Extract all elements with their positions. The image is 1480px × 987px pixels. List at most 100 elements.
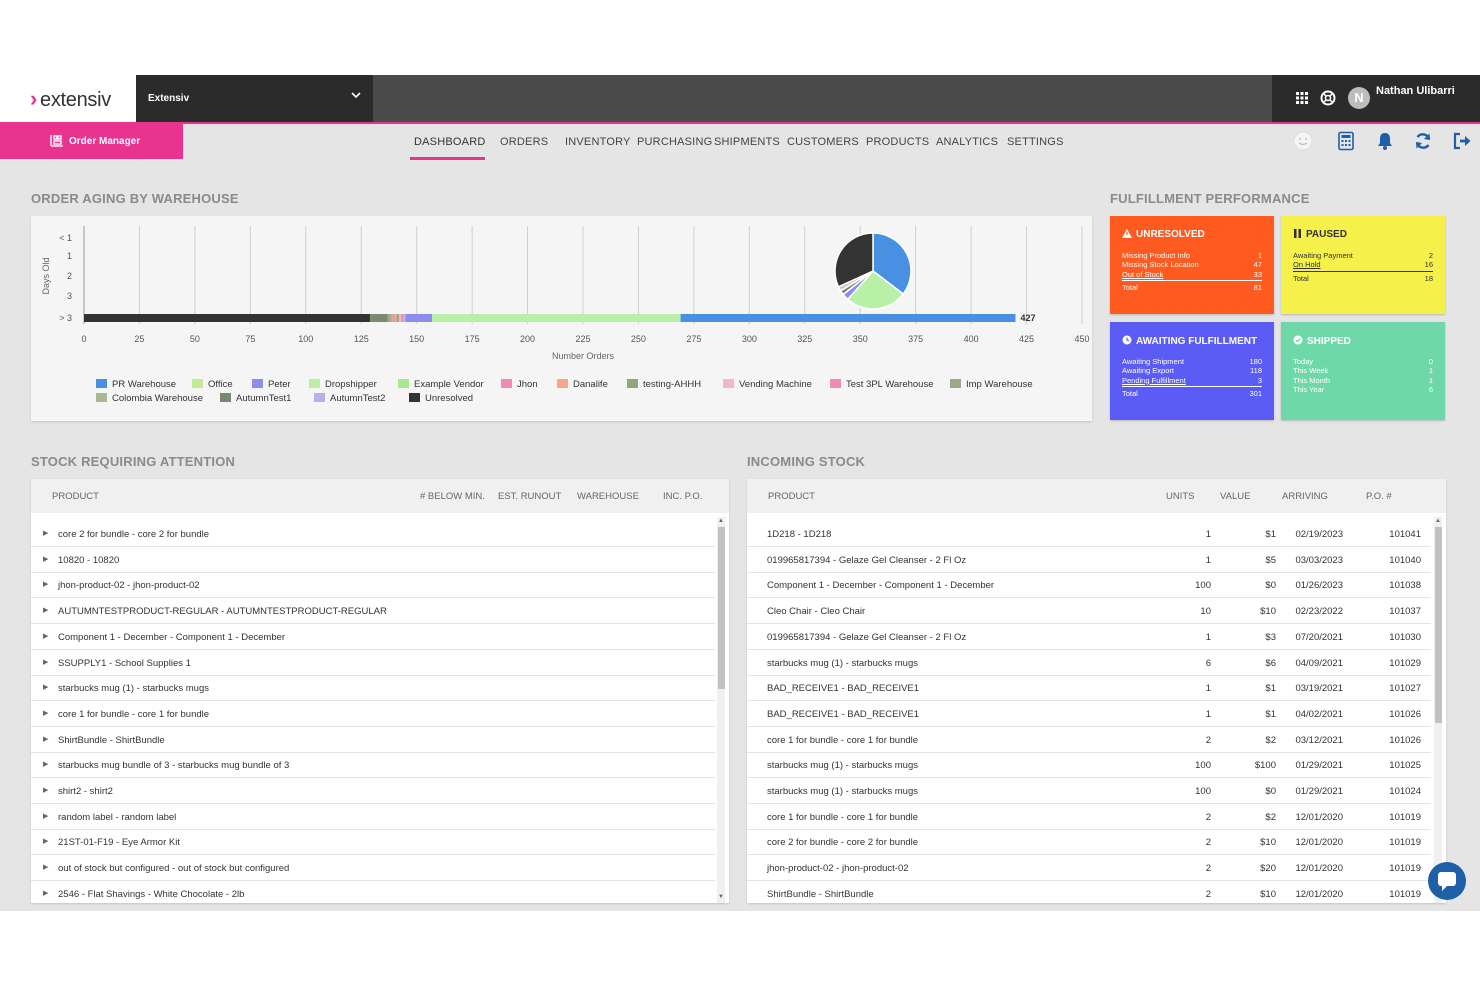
tab-inventory[interactable]: INVENTORY xyxy=(565,136,631,148)
table-row[interactable]: ▶ 2546 - Flat Shavings - White Chocolate … xyxy=(31,881,715,903)
expand-row-icon[interactable]: ▶ xyxy=(43,632,48,640)
expand-row-icon[interactable]: ▶ xyxy=(43,683,48,691)
card-metric-row[interactable]: Awaiting Shipment 180 xyxy=(1122,357,1262,366)
tab-orders[interactable]: ORDERS xyxy=(500,136,548,148)
order-manager-button[interactable]: Order Manager xyxy=(0,124,183,159)
table-row[interactable]: ▶ 21ST-01-F19 - Eye Armor Kit xyxy=(31,829,715,856)
table-row[interactable]: ▶ ShirtBundle - ShirtBundle xyxy=(31,727,715,753)
notifications-bell-icon[interactable] xyxy=(1375,131,1395,151)
organization-select[interactable]: Extensiv xyxy=(136,75,373,122)
card-metric-row[interactable]: This Week 1 xyxy=(1293,366,1433,375)
scroll-up-icon[interactable]: ▲ xyxy=(717,517,725,525)
table-row[interactable]: Cleo Chair - Cleo Chair 10 $10 02/23/2022 10… xyxy=(747,598,1431,625)
scroll-thumb[interactable] xyxy=(1435,527,1442,723)
card-metric-row[interactable]: On Hold 16 xyxy=(1293,260,1433,269)
expand-row-icon[interactable]: ▶ xyxy=(43,580,48,588)
table-row[interactable]: BAD_RECEIVE1 - BAD_RECEIVE1 1 $1 03/19/2021… xyxy=(747,675,1431,702)
table-row[interactable]: ▶ SSUPPLY1 - School Supplies 1 xyxy=(31,650,715,676)
expand-row-icon[interactable]: ▶ xyxy=(43,786,48,794)
tab-shipments[interactable]: SHIPMENTS xyxy=(714,136,780,148)
table-row[interactable]: BAD_RECEIVE1 - BAD_RECEIVE1 1 $1 04/02/2021… xyxy=(747,701,1431,727)
table-row[interactable]: ▶ core 2 for bundle - core 2 for bundle xyxy=(31,521,715,547)
card-metric-row[interactable]: Awaiting Export 118 xyxy=(1122,366,1262,375)
tab-dashboard[interactable]: DASHBOARD xyxy=(414,136,485,148)
table-row[interactable]: ▶ out of stock but configured - out of st… xyxy=(31,855,715,882)
column-header-value[interactable]: VALUE xyxy=(1220,491,1250,502)
table-row[interactable]: starbucks mug (1) - starbucks mugs 100 $0 0… xyxy=(747,778,1431,804)
apps-grid-icon[interactable] xyxy=(1294,90,1310,106)
table-row[interactable]: Component 1 - December - Component 1 - D… xyxy=(747,572,1431,599)
column-header-po-number[interactable]: P.O. # xyxy=(1366,491,1392,502)
column-header-arriving[interactable]: ARRIVING xyxy=(1282,491,1328,502)
expand-row-icon[interactable]: ▶ xyxy=(43,812,48,820)
expand-row-icon[interactable]: ▶ xyxy=(43,735,48,743)
scrollbar[interactable]: ▲ ▼ xyxy=(717,517,725,903)
table-row[interactable]: ▶ random label - random label xyxy=(31,804,715,830)
table-row[interactable]: ▶ jhon-product-02 - jhon-product-02 xyxy=(31,572,715,599)
card-metric-row[interactable]: Missing Product Info 1 xyxy=(1122,251,1262,260)
expand-row-icon[interactable]: ▶ xyxy=(43,555,48,563)
expand-row-icon[interactable]: ▶ xyxy=(43,837,48,845)
expand-row-icon[interactable]: ▶ xyxy=(43,709,48,717)
refresh-icon[interactable] xyxy=(1413,131,1433,151)
card-metric-row[interactable]: This Year 6 xyxy=(1293,385,1433,394)
calculator-icon[interactable] xyxy=(1336,131,1356,151)
card-metric-row[interactable]: Awaiting Payment 2 xyxy=(1293,251,1433,260)
card-metric-row[interactable]: This Month 1 xyxy=(1293,376,1433,385)
expand-row-icon[interactable]: ▶ xyxy=(43,529,48,537)
help-lifebuoy-icon[interactable] xyxy=(1320,90,1336,106)
column-header-warehouse[interactable]: WAREHOUSE xyxy=(577,491,639,502)
table-row[interactable]: ▶ AUTUMNTESTPRODUCT-REGULAR - AUTUMNTESTP… xyxy=(31,598,715,625)
scroll-up-icon[interactable]: ▲ xyxy=(1434,517,1442,525)
scroll-thumb[interactable] xyxy=(718,527,725,689)
card-metric-row[interactable]: Missing Stock Location 47 xyxy=(1122,260,1262,269)
table-row[interactable]: core 1 for bundle - core 1 for bundle 2 $2… xyxy=(747,804,1431,830)
tab-settings[interactable]: SETTINGS xyxy=(1007,136,1064,148)
table-row[interactable]: jhon-product-02 - jhon-product-02 2 $20 12/… xyxy=(747,855,1431,882)
column-header-product[interactable]: PRODUCT xyxy=(52,491,99,502)
fulfillment-card-awaiting-fulfillment[interactable]: AWAITING FULFILLMENT Awaiting Shipment 180… xyxy=(1110,322,1274,420)
column-header-inc-po[interactable]: INC. P.O. xyxy=(663,491,702,502)
table-row[interactable]: ▶ shirt2 - shirt2 xyxy=(31,778,715,804)
card-metric-row[interactable]: Today 0 xyxy=(1293,357,1433,366)
feedback-smiley-icon[interactable] xyxy=(1293,131,1313,151)
table-row[interactable]: 1D218 - 1D218 1 $1 02/19/2023 101041 xyxy=(747,521,1431,547)
logout-icon[interactable] xyxy=(1452,131,1472,151)
table-row[interactable]: starbucks mug (1) - starbucks mugs 6 $6 04/… xyxy=(747,650,1431,676)
fulfillment-card-paused[interactable]: PAUSED Awaiting Payment 2 On Hold 16 Total 18 xyxy=(1281,216,1445,314)
tab-purchasing[interactable]: PURCHASING xyxy=(637,136,712,148)
table-row[interactable]: 019965817394 - Gelaze Gel Cleanser - 2 F… xyxy=(747,624,1431,650)
table-row[interactable]: ▶ Component 1 - December - Component 1 - … xyxy=(31,624,715,650)
expand-row-icon[interactable]: ▶ xyxy=(43,889,48,897)
card-metric-row[interactable]: Pending Fulfillment 3 xyxy=(1122,376,1262,385)
table-row[interactable]: ShirtBundle - ShirtBundle 2 $10 12/01/2020 1… xyxy=(747,881,1431,903)
expand-row-icon[interactable]: ▶ xyxy=(43,760,48,768)
table-row[interactable]: ▶ starbucks mug bundle of 3 - starbucks m… xyxy=(31,752,715,779)
column-header-below-min[interactable]: # BELOW MIN. xyxy=(420,491,485,502)
table-row[interactable]: core 1 for bundle - core 1 for bundle 2 $2… xyxy=(747,727,1431,753)
user-avatar[interactable]: N xyxy=(1348,87,1370,109)
table-row[interactable]: ▶ 10820 - 10820 xyxy=(31,547,715,573)
expand-row-icon[interactable]: ▶ xyxy=(43,658,48,666)
expand-row-icon[interactable]: ▶ xyxy=(43,606,48,614)
tab-customers[interactable]: CUSTOMERS xyxy=(787,136,859,148)
fulfillment-card-shipped[interactable]: SHIPPED Today 0 This Week 1 This Month 1 This Y… xyxy=(1281,322,1445,420)
fulfillment-card-unresolved[interactable]: UNRESOLVED Missing Product Info 1 Missing S… xyxy=(1110,216,1274,314)
table-row[interactable]: core 2 for bundle - core 2 for bundle 2 $1… xyxy=(747,829,1431,856)
column-header-product[interactable]: PRODUCT xyxy=(768,491,815,502)
table-row[interactable]: ▶ core 1 for bundle - core 1 for bundle xyxy=(31,701,715,727)
chat-support-button[interactable] xyxy=(1428,862,1466,900)
expand-row-icon[interactable]: ▶ xyxy=(43,863,48,871)
table-row[interactable]: ▶ starbucks mug (1) - starbucks mugs xyxy=(31,675,715,702)
table-row[interactable]: 019965817394 - Gelaze Gel Cleanser - 2 F… xyxy=(747,547,1431,573)
table-row[interactable]: starbucks mug (1) - starbucks mugs 100 $10… xyxy=(747,752,1431,779)
scroll-down-icon[interactable]: ▼ xyxy=(717,893,725,901)
column-header-est-runout[interactable]: EST. RUNOUT xyxy=(498,491,561,502)
tab-products[interactable]: PRODUCTS xyxy=(866,136,929,148)
card-metric-row[interactable]: Out of Stock 33 xyxy=(1122,270,1262,279)
user-name[interactable]: Nathan Ulibarri xyxy=(1376,85,1455,97)
column-header-units[interactable]: UNITS xyxy=(1166,491,1195,502)
scrollbar[interactable]: ▲ xyxy=(1434,517,1442,903)
tab-analytics[interactable]: ANALYTICS xyxy=(936,136,998,148)
brand-logo[interactable]: › extensiv xyxy=(0,75,136,122)
